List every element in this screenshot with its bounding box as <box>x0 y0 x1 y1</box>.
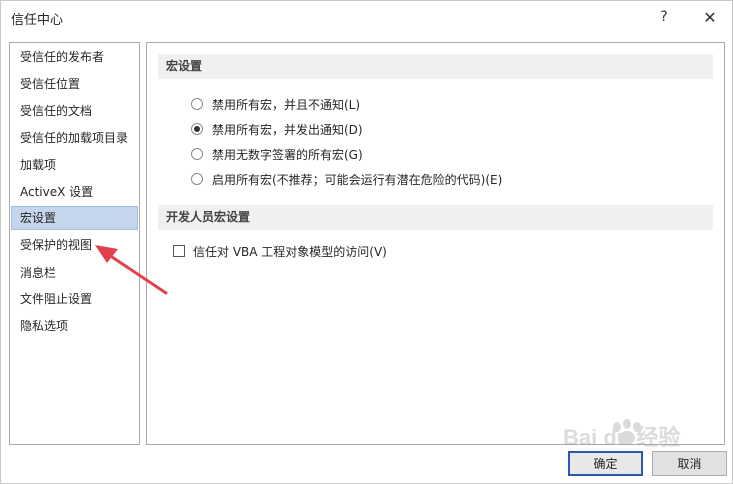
sidebar-item-trusted-publishers[interactable]: 受信任的发布者 <box>11 45 138 69</box>
sidebar-item-activex-settings[interactable]: ActiveX 设置 <box>11 180 138 204</box>
radio-circle[interactable] <box>191 148 203 160</box>
settings-panel: 宏设置 禁用所有宏，并且不通知(L) 禁用所有宏，并发出通知(D) 禁用无数字签… <box>146 42 725 445</box>
sidebar-item-macro-settings[interactable]: 宏设置 <box>11 206 138 230</box>
dialog-title: 信任中心 <box>11 13 64 28</box>
help-icon: ? <box>660 9 668 25</box>
developer-macro-settings-header: 开发人员宏设置 <box>158 205 713 230</box>
sidebar-item-trusted-documents[interactable]: 受信任的文档 <box>11 99 138 123</box>
radio-circle-checked[interactable] <box>191 123 203 135</box>
vba-access-checkbox-row[interactable]: 信任对 VBA 工程对象模型的访问(V) <box>173 242 387 260</box>
sidebar-item-addins[interactable]: 加载项 <box>11 153 138 177</box>
help-button[interactable]: ? <box>649 5 679 29</box>
vba-access-label: 信任对 VBA 工程对象模型的访问(V) <box>193 244 387 259</box>
cancel-button[interactable]: 取消 <box>652 451 727 476</box>
sidebar-item-file-block-settings[interactable]: 文件阻止设置 <box>11 287 138 311</box>
sidebar-item-trusted-addin-catalogs[interactable]: 受信任的加载项目录 <box>11 126 138 150</box>
radio-label: 禁用无数字签署的所有宏(G) <box>212 147 363 162</box>
radio-circle[interactable] <box>191 98 203 110</box>
vba-access-checkbox[interactable] <box>173 245 185 257</box>
macro-settings-header: 宏设置 <box>158 54 713 79</box>
ok-button[interactable]: 确定 <box>568 451 643 476</box>
sidebar-item-trusted-locations[interactable]: 受信任位置 <box>11 72 138 96</box>
radio-disable-unsigned[interactable]: 禁用无数字签署的所有宏(G) <box>191 145 363 163</box>
trust-center-dialog: 信任中心 ? ✕ 受信任的发布者 受信任位置 受信任的文档 受信任的加载项目录 … <box>0 0 733 484</box>
radio-enable-all[interactable]: 启用所有宏(不推荐；可能会运行有潜在危险的代码)(E) <box>191 170 502 188</box>
radio-label: 启用所有宏(不推荐；可能会运行有潜在危险的代码)(E) <box>212 172 503 187</box>
radio-disable-all-notify[interactable]: 禁用所有宏，并发出通知(D) <box>191 120 363 138</box>
radio-label: 禁用所有宏，并发出通知(D) <box>212 122 363 137</box>
close-icon: ✕ <box>703 7 717 27</box>
radio-label: 禁用所有宏，并且不通知(L) <box>212 97 361 112</box>
radio-disable-all-no-notify[interactable]: 禁用所有宏，并且不通知(L) <box>191 95 360 113</box>
sidebar-item-protected-view[interactable]: 受保护的视图 <box>11 233 138 257</box>
sidebar-item-message-bar[interactable]: 消息栏 <box>11 261 138 285</box>
close-button[interactable]: ✕ <box>695 5 725 29</box>
category-sidebar: 受信任的发布者 受信任位置 受信任的文档 受信任的加载项目录 加载项 Activ… <box>9 42 140 445</box>
radio-circle[interactable] <box>191 173 203 185</box>
sidebar-item-privacy-options[interactable]: 隐私选项 <box>11 314 138 338</box>
title-bar: 信任中心 ? ✕ <box>1 1 732 34</box>
